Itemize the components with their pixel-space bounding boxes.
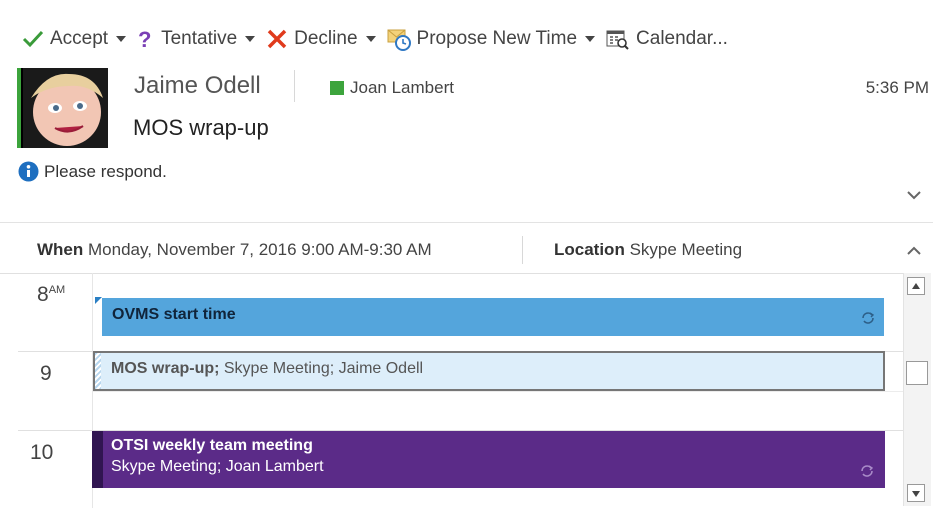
when-value: Monday, November 7, 2016 9:00 AM-9:30 AM — [88, 240, 432, 259]
calendar-event-otsi[interactable]: OTSI weekly team meeting Skype Meeting; … — [92, 431, 885, 488]
calendar-button[interactable]: Calendar... — [606, 28, 728, 50]
scroll-down-button[interactable] — [907, 484, 925, 502]
recurrence-icon — [859, 463, 875, 484]
sender-avatar — [17, 68, 108, 148]
accept-button[interactable]: Accept — [22, 28, 127, 50]
header-divider — [294, 70, 295, 102]
hour-number: 8 — [37, 283, 49, 306]
header-separator — [0, 222, 933, 223]
chevron-down-icon — [907, 191, 921, 200]
location-label: Location — [554, 240, 625, 259]
event-title: OVMS start time — [112, 306, 236, 323]
busy-indicator — [92, 431, 103, 488]
x-mark-icon — [266, 29, 288, 49]
tentative-label: Tentative — [161, 28, 238, 49]
tentative-stripe — [95, 353, 101, 389]
scrollbar-thumb[interactable] — [906, 361, 928, 385]
half-hour-line — [93, 391, 903, 392]
info-text: Please respond. — [44, 161, 167, 181]
attendee[interactable]: Joan Lambert — [330, 78, 454, 98]
event-detail: Skype Meeting; Jaime Odell — [219, 360, 424, 377]
location-row: Location Skype Meeting — [554, 240, 742, 260]
info-bar: Please respond. — [18, 161, 167, 182]
propose-dropdown-icon[interactable] — [585, 36, 596, 42]
propose-new-time-label: Propose New Time — [416, 28, 578, 49]
tentative-button[interactable]: ? Tentative — [137, 28, 256, 50]
when-row: When Monday, November 7, 2016 9:00 AM-9:… — [37, 240, 432, 260]
calendar-event-mos-wrap-up[interactable]: MOS wrap-up; Skype Meeting; Jaime Odell — [93, 351, 885, 391]
accept-label: Accept — [50, 28, 109, 49]
chevron-up-icon — [907, 246, 921, 255]
svg-text:?: ? — [138, 28, 151, 50]
checkmark-icon — [22, 29, 44, 49]
hour-label-8: 8AM — [37, 283, 65, 307]
collapse-details-button[interactable] — [906, 244, 922, 262]
recurrence-icon — [860, 310, 876, 331]
tentative-dropdown-icon[interactable] — [245, 36, 256, 42]
calendar-top-border — [0, 273, 903, 274]
propose-new-time-button[interactable]: Propose New Time — [387, 27, 596, 51]
event-title: OTSI weekly team meeting — [111, 437, 313, 454]
calendar-event-ovms[interactable]: OVMS start time — [102, 298, 884, 336]
triangle-up-icon — [912, 283, 920, 289]
decline-label: Decline — [294, 28, 358, 49]
expand-header-button[interactable] — [906, 188, 922, 206]
event-corner-marker — [95, 297, 102, 304]
when-label: When — [37, 240, 84, 259]
received-time: 5:36 PM — [865, 78, 929, 97]
attendee-name: Joan Lambert — [350, 78, 454, 97]
meeting-subject: MOS wrap-up — [133, 115, 269, 140]
triangle-down-icon — [912, 491, 920, 497]
decline-button[interactable]: Decline — [266, 28, 376, 50]
sender-name[interactable]: Jaime Odell — [134, 72, 261, 100]
scroll-up-button[interactable] — [907, 277, 925, 295]
hour-label-9: 9 — [40, 362, 52, 385]
hour-label-10: 10 — [30, 441, 54, 464]
hour-suffix: AM — [48, 284, 66, 296]
calendar-icon — [606, 28, 630, 50]
question-mark-icon: ? — [137, 28, 155, 50]
event-title: MOS wrap-up; — [111, 360, 220, 377]
info-icon — [18, 161, 39, 182]
envelope-clock-icon — [387, 27, 411, 51]
response-toolbar: Accept ? Tentative Decline Propose New T… — [22, 26, 739, 52]
calendar-scrollbar[interactable] — [903, 273, 931, 506]
details-divider — [522, 236, 523, 264]
presence-indicator — [330, 81, 344, 95]
event-text: MOS wrap-up; Skype Meeting; Jaime Odell — [111, 360, 423, 378]
decline-dropdown-icon[interactable] — [365, 36, 376, 42]
location-value: Skype Meeting — [629, 240, 743, 259]
calendar-label: Calendar... — [636, 28, 728, 49]
accept-dropdown-icon[interactable] — [116, 36, 127, 42]
event-detail: Skype Meeting; Joan Lambert — [111, 458, 324, 475]
